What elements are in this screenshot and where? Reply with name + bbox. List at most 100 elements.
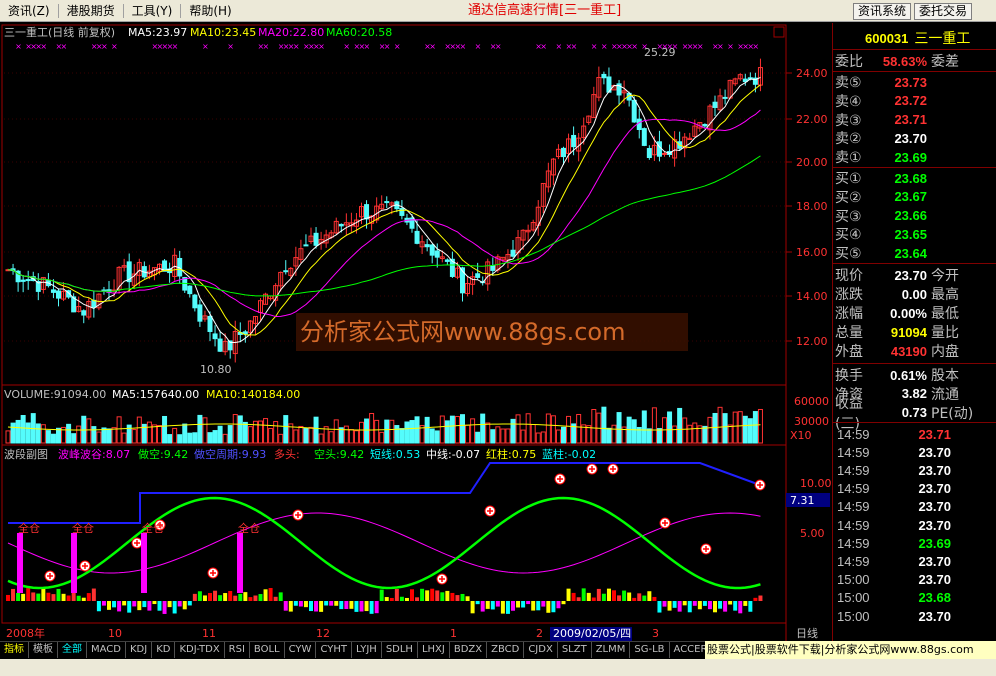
signal-marker: × <box>429 42 436 51</box>
indicator-tab[interactable]: 模板 <box>29 641 58 658</box>
watermark: 分析家公式网www.88gs.com <box>300 318 625 346</box>
trade-button[interactable]: 委托交易 <box>914 3 973 20</box>
indicator-tab[interactable]: BDZX <box>450 641 488 658</box>
tick-price: 23.70 <box>918 462 951 478</box>
volume-bar <box>757 408 763 444</box>
chart-area[interactable]: 24.00 22.00 20.00 18.00 16.00 14.00 12.00 60000… <box>0 23 832 649</box>
signal-marker: × <box>263 42 270 51</box>
candle-body <box>646 148 652 158</box>
indicator-tab[interactable]: SLZT <box>558 641 592 658</box>
indicator-tab[interactable]: RSI <box>225 641 250 658</box>
stat-row-label: 涨跌 <box>835 287 863 303</box>
volume-bar <box>35 423 41 444</box>
indicator-bar <box>718 601 723 609</box>
menu-news[interactable]: 资讯(Z) <box>0 0 58 22</box>
indicator-tab[interactable]: BOLL <box>250 641 285 658</box>
divider <box>833 363 996 364</box>
indicator-bar <box>152 601 157 605</box>
volume-bar <box>374 419 380 444</box>
bid-ratio-row: 委比 58.63% 委差 <box>833 52 996 71</box>
volume-bar <box>45 430 51 444</box>
volume-bar <box>414 416 420 444</box>
volume-bar <box>727 424 733 444</box>
price-axis-label: 12.00 <box>796 335 828 348</box>
volume-bar <box>212 430 218 444</box>
indicator-tab[interactable]: CYW <box>285 641 317 658</box>
volume-bar <box>197 414 203 444</box>
ma20-label: MA20:22.80 <box>258 26 324 39</box>
buy-level-value: 23.67 <box>894 189 927 205</box>
tick-time: 14:59 <box>837 462 870 478</box>
menu-tools[interactable]: 工具(Y) <box>124 0 181 22</box>
indicator-bar <box>536 601 541 611</box>
indicator-tab[interactable]: SDLH <box>382 641 418 658</box>
indicator-bar <box>571 592 576 601</box>
indicator-tab[interactable]: 全部 <box>58 641 87 658</box>
indicator-bar <box>556 601 561 609</box>
menu-hk-futures[interactable]: 港股期货 <box>59 0 123 22</box>
indicator-bar <box>293 601 298 606</box>
signal-marker: × <box>61 42 68 51</box>
signal-marker: × <box>172 42 179 51</box>
tick-price: 23.70 <box>918 572 951 588</box>
volume-bar <box>672 425 678 444</box>
volume-bar <box>480 413 486 444</box>
indicator-bar <box>248 597 253 601</box>
indicator-bar <box>531 601 536 611</box>
tick-row: 14:59 23.70 <box>833 461 996 479</box>
volume-bar <box>333 419 339 444</box>
indicator-bar <box>435 590 440 601</box>
tick-price: 23.70 <box>918 553 951 569</box>
indicator-bar <box>657 601 662 613</box>
indicator-bar <box>546 601 551 613</box>
tick-price: 23.70 <box>918 481 951 497</box>
indicator-bar <box>430 588 435 601</box>
ad-banner[interactable]: 股票公式|股票软件下载|分析家公式网www.88gs.com <box>705 641 996 659</box>
indicator-bar <box>238 593 243 601</box>
indicator-bar <box>505 601 510 614</box>
indicator-tab[interactable]: ZBCD <box>487 641 525 658</box>
indicator-bar <box>485 601 490 609</box>
indicator-tab[interactable]: CYHT <box>316 641 352 658</box>
volume-bar <box>303 427 309 444</box>
volume-bar <box>444 420 450 444</box>
indicator-bar <box>627 592 632 601</box>
sell-level: 卖③ 23.71 <box>833 111 996 129</box>
indicator-tab[interactable]: SG-LB <box>630 641 670 658</box>
news-system-button[interactable]: 资讯系统 <box>853 3 912 20</box>
indicator-tab[interactable]: ZLMM <box>592 641 631 658</box>
indicator-tab[interactable]: KDJ <box>126 641 153 658</box>
stat-row-side-label: 最高 <box>931 287 959 303</box>
buy-level: 买③ 23.66 <box>833 207 996 225</box>
volume-bar <box>343 425 349 444</box>
kline-chart[interactable]: 24.00 22.00 20.00 18.00 16.00 14.00 12.00 60000… <box>0 23 832 649</box>
indicator-tab[interactable]: CJDX <box>524 641 558 658</box>
candle-body <box>702 123 708 127</box>
indicator-bar <box>415 597 420 601</box>
low-price-label: 10.80 <box>200 363 232 376</box>
tick-time: 14:59 <box>837 553 870 569</box>
volume-bar <box>515 414 521 444</box>
ind-red-bar: 红柱:0.75 <box>486 447 536 461</box>
indicator-tab[interactable]: KDJ-TDX <box>175 641 225 658</box>
indicator-tab[interactable]: MACD <box>87 641 126 658</box>
buy-label: 全仓 <box>72 521 94 535</box>
indicator-tab[interactable]: LHXJ <box>418 641 450 658</box>
price-axis-label: 20.00 <box>796 156 828 169</box>
stat-row-side-label: 量比 <box>931 325 959 341</box>
volume-bar <box>293 429 299 444</box>
period-label[interactable]: 日线 <box>796 626 818 640</box>
volume-bar <box>121 432 127 444</box>
indicator-tab[interactable]: 指标 <box>0 641 29 658</box>
candle-body <box>656 141 662 157</box>
indicator-bar <box>743 601 748 606</box>
indicator-tab[interactable]: LYJH <box>352 641 382 658</box>
menu-help[interactable]: 帮助(H) <box>181 0 239 22</box>
signal-marker: × <box>571 42 578 51</box>
volume-bar <box>263 418 269 444</box>
signal-marker: × <box>555 42 562 51</box>
indicator-bar <box>733 601 738 611</box>
volume-bar <box>606 427 612 444</box>
indicator-tab[interactable]: KD <box>152 641 176 658</box>
indicator-bar <box>445 590 450 601</box>
